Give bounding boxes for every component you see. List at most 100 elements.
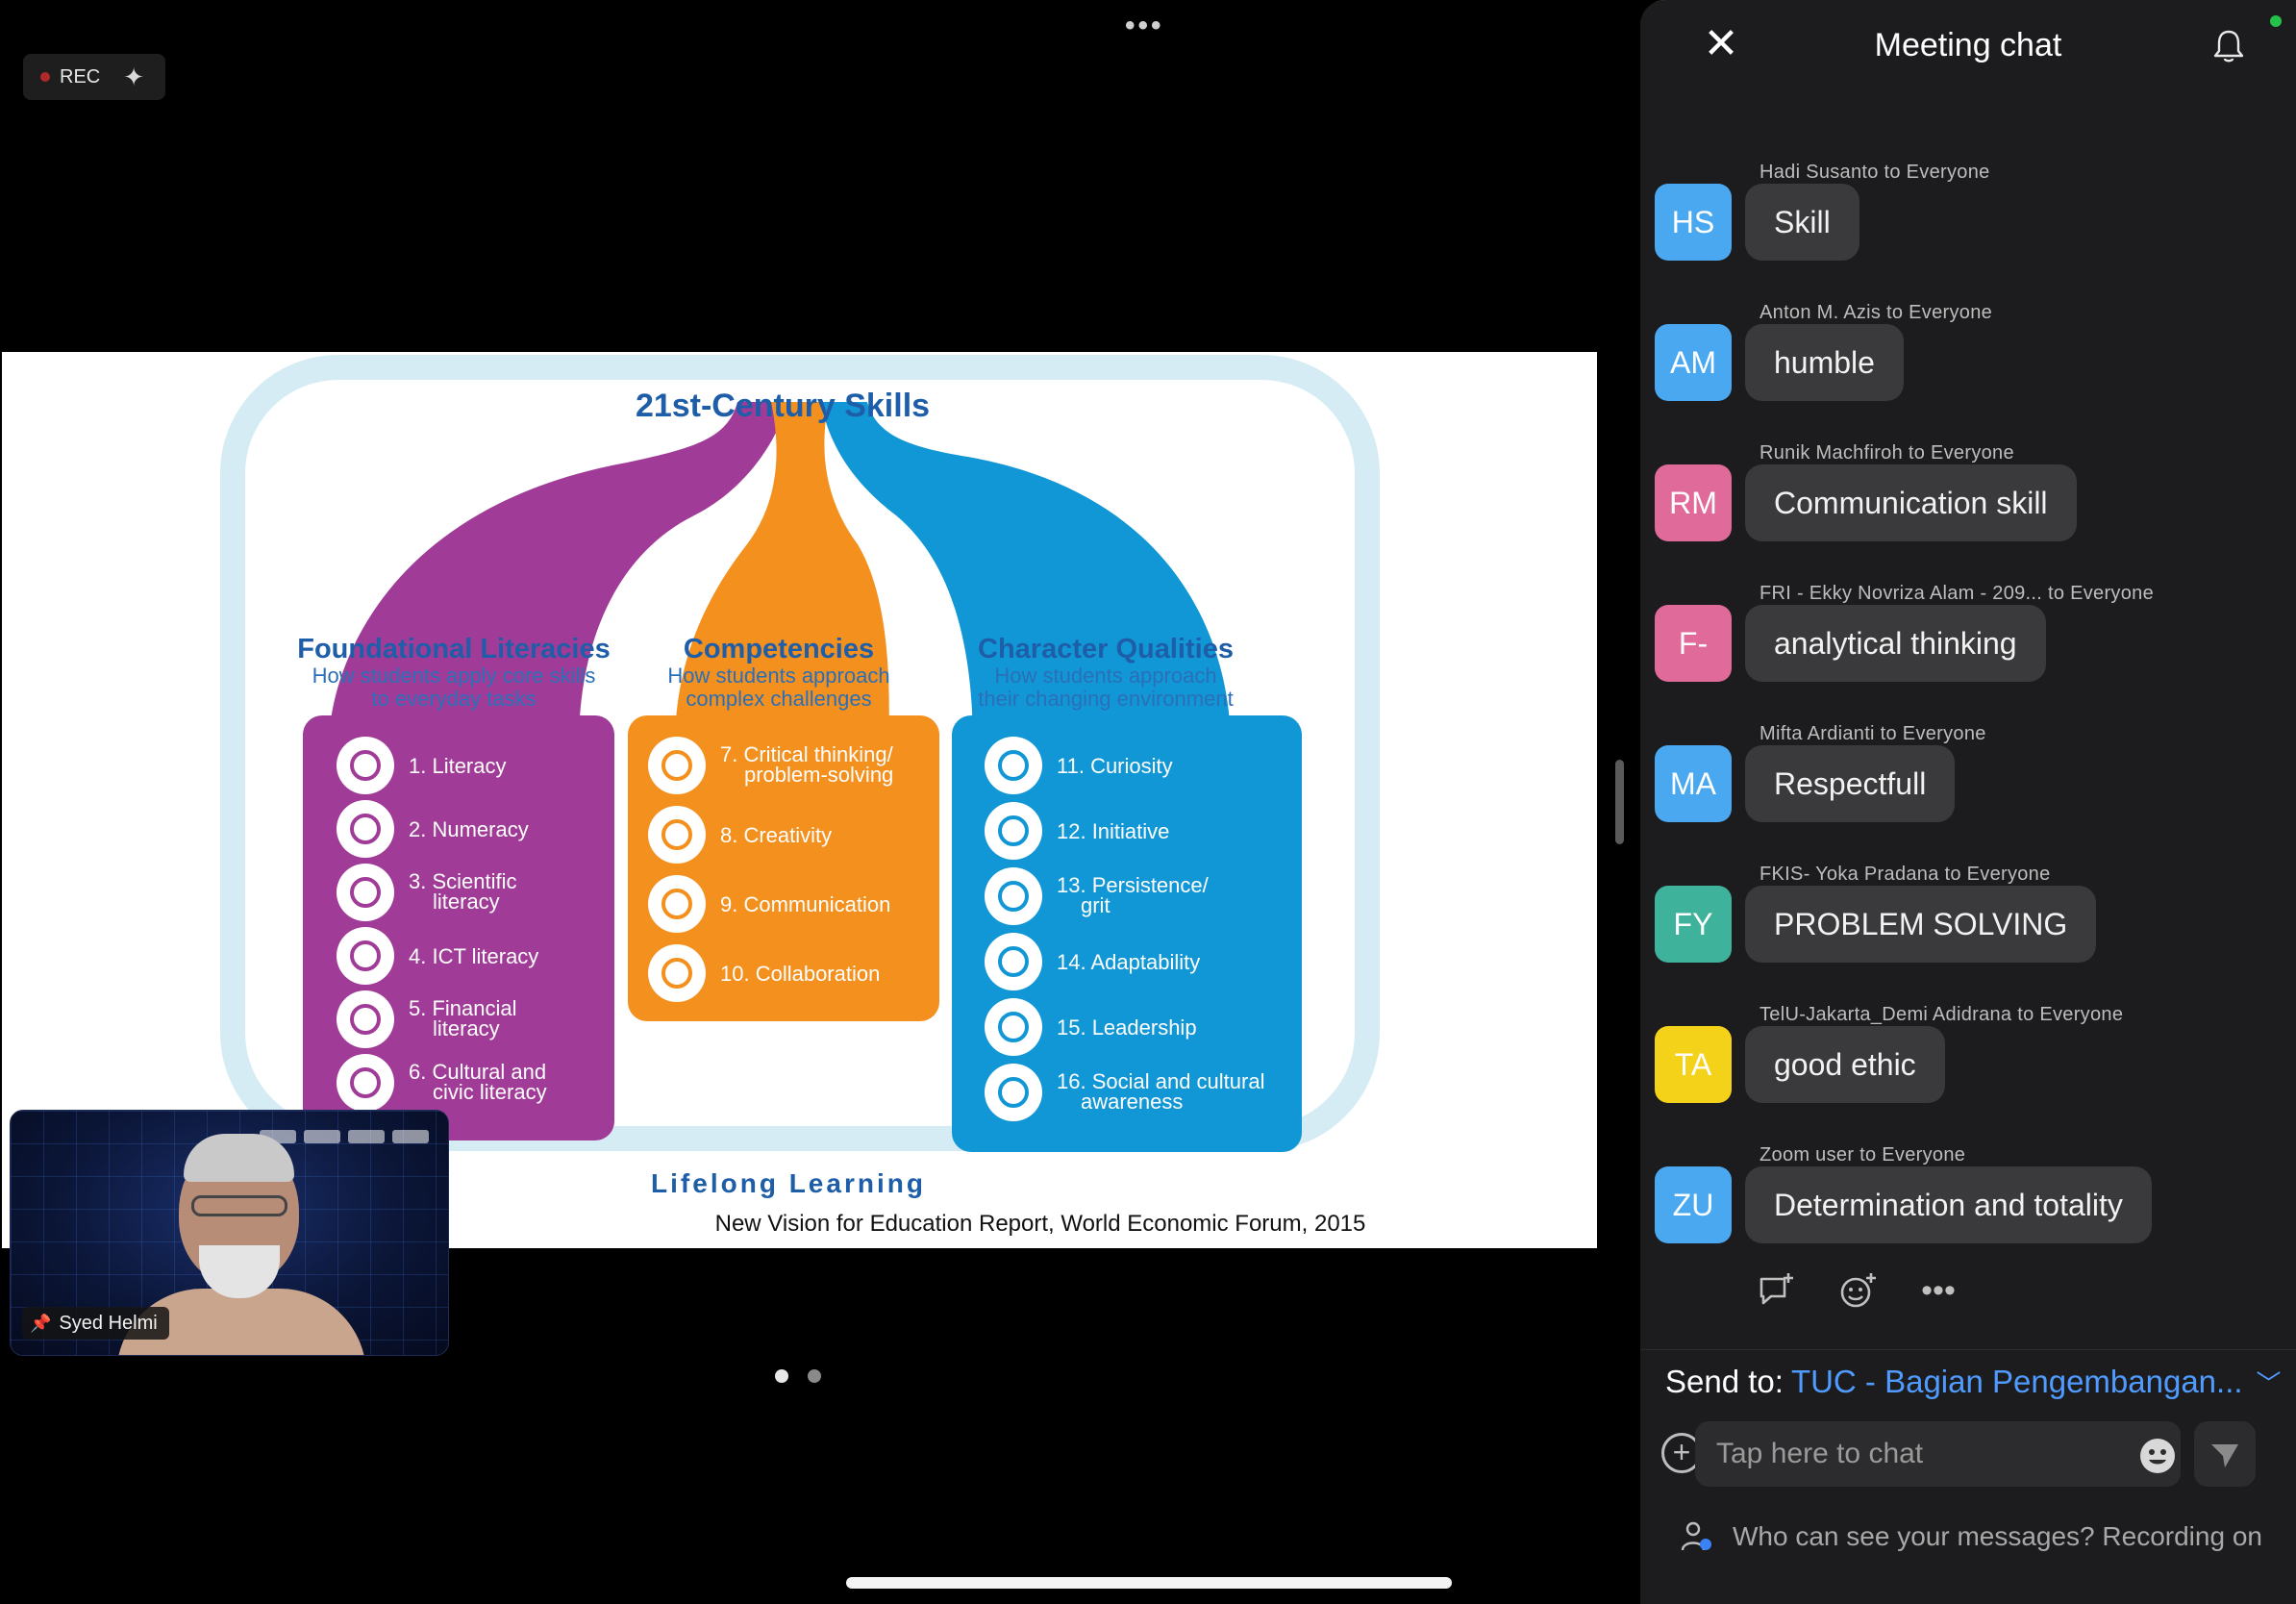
participant-name-tag: 📌 Syed Helmi	[22, 1307, 169, 1340]
message-bubble[interactable]: Skill	[1745, 184, 1859, 261]
page-dot[interactable]	[808, 1369, 821, 1383]
message-sender: Anton M. Azis to Everyone	[1759, 302, 1993, 323]
skill-icon	[337, 990, 394, 1048]
page-dot-active[interactable]	[775, 1369, 788, 1383]
participant-hair	[184, 1134, 294, 1182]
send-to-label: Send to:	[1665, 1364, 1784, 1399]
skill-icon	[985, 867, 1042, 925]
ai-sparkle-icon[interactable]: ✦	[123, 63, 144, 92]
recording-label: REC	[60, 65, 101, 88]
avatar[interactable]: RM	[1655, 464, 1732, 541]
skill-icon	[648, 875, 706, 933]
chat-input[interactable]	[1695, 1421, 2181, 1487]
skill-label: 12. Initiative	[1057, 819, 1169, 843]
column-heading: Character Qualities	[978, 634, 1234, 664]
message-sender: Zoom user to Everyone	[1759, 1144, 1966, 1165]
chat-message-list[interactable]: FD independent Hadi Susanto to EveryoneH…	[1640, 0, 2296, 1344]
skill-icon	[648, 737, 706, 794]
message-bubble[interactable]: Determination and totality	[1745, 1166, 2152, 1243]
column-subtitle-line2: to everyday tasks	[371, 687, 536, 711]
message-bubble[interactable]: Respectfull	[1745, 745, 1956, 822]
participant-glasses	[191, 1195, 287, 1216]
split-view-handle[interactable]	[1615, 760, 1624, 844]
message-visibility-info[interactable]: Who can see your messages? Recording on	[1679, 1519, 2262, 1554]
column-heading: Competencies	[684, 634, 874, 664]
chat-panel: FD independent Hadi Susanto to EveryoneH…	[1599, 0, 2296, 1604]
column-subtitle-line2: complex challenges	[686, 687, 871, 711]
skill-icon	[985, 1064, 1042, 1121]
skill-label: 7. Critical thinking/problem-solving	[720, 742, 894, 787]
skill-icon	[337, 864, 394, 921]
chat-message: FRI - Ekky Novriza Alam - 209... to Ever…	[1655, 583, 2289, 723]
message-sender: FRI - Ekky Novriza Alam - 209... to Ever…	[1759, 583, 2154, 604]
home-indicator[interactable]	[846, 1577, 1452, 1589]
more-options-icon[interactable]: •••	[1125, 10, 1164, 42]
avatar[interactable]: ZU	[1655, 1166, 1732, 1243]
meeting-stage: REC ✦ ••• 21st-Century Skills Foundation…	[0, 0, 1599, 1604]
message-sender: FKIS- Yoka Pradana to Everyone	[1759, 864, 2051, 885]
skill-icon	[648, 944, 706, 1002]
message-bubble[interactable]: PROBLEM SOLVING	[1745, 886, 2097, 963]
send-to-selector[interactable]: Send to: TUC - Bagian Pengembangan... ﹀	[1665, 1364, 2282, 1400]
send-button[interactable]	[2194, 1421, 2256, 1487]
chat-message: Runik Machfiroh to Everyone RM Communicati…	[1655, 442, 2289, 583]
column-subtitle-line2: their changing environment	[978, 687, 1233, 711]
skill-icon	[648, 806, 706, 864]
message-bubble[interactable]: analytical thinking	[1745, 605, 2046, 682]
chat-message: Hadi Susanto to Everyone HS Skill	[1655, 162, 2289, 302]
column-subtitle-line1: How students apply core skills	[312, 664, 596, 688]
send-icon	[2211, 1444, 2238, 1467]
recording-indicator[interactable]: REC ✦	[23, 54, 165, 100]
message-sender: Hadi Susanto to Everyone	[1759, 162, 1990, 183]
chat-sheet: FD independent Hadi Susanto to EveryoneH…	[1640, 0, 2296, 1604]
chat-header: ✕ Meeting chat	[1640, 0, 2296, 92]
chat-message: Zoom user to Everyone ZU Determination and…	[1655, 1144, 2289, 1285]
column-heading: Foundational Literacies	[297, 634, 611, 664]
skill-label: 2. Numeracy	[409, 817, 529, 841]
message-bubble[interactable]: humble	[1745, 324, 1904, 401]
message-sender: Mifta Ardianti to Everyone	[1759, 723, 1986, 744]
chat-message: TelU-Jakarta_Demi Adidrana to Everyone TA…	[1655, 1004, 2289, 1144]
skill-icon	[337, 737, 394, 794]
page-indicator[interactable]	[775, 1369, 821, 1383]
chat-message: Anton M. Azis to Everyone AM humble	[1655, 302, 2289, 442]
background-logos	[260, 1130, 429, 1143]
more-actions-icon[interactable]: •••	[1917, 1269, 1959, 1312]
skill-icon	[985, 998, 1042, 1056]
avatar[interactable]: MA	[1655, 745, 1732, 822]
self-video-tile[interactable]: 📌 Syed Helmi	[10, 1110, 449, 1356]
slide-title: 21st-Century Skills	[636, 388, 930, 424]
avatar[interactable]: TA	[1655, 1026, 1732, 1103]
avatar[interactable]: F-	[1655, 605, 1732, 682]
message-sender: Runik Machfiroh to Everyone	[1759, 442, 2014, 464]
send-to-target[interactable]: TUC - Bagian Pengembangan...	[1791, 1364, 2243, 1400]
skill-item: 6. Cultural and civic literacy	[337, 1054, 547, 1112]
notification-bell-icon[interactable]	[2209, 27, 2248, 65]
user-visibility-icon	[1681, 1521, 1711, 1551]
reply-icon[interactable]	[1756, 1269, 1798, 1312]
skill-icon	[337, 800, 394, 858]
skill-icon	[985, 737, 1042, 794]
skill-label: 10. Collaboration	[720, 962, 880, 986]
pin-icon: 📌	[30, 1313, 52, 1333]
skill-label: 11. Curiosity	[1057, 754, 1173, 778]
skill-label: 15. Leadership	[1057, 1015, 1197, 1040]
emoji-icon[interactable]	[2138, 1437, 2177, 1475]
visibility-text: Who can see your messages? Recording on	[1733, 1521, 2262, 1551]
avatar[interactable]: HS	[1655, 184, 1732, 261]
slide-citation: New Vision for Education Report, World E…	[715, 1211, 1366, 1237]
skill-label: 14. Adaptability	[1057, 950, 1200, 974]
avatar[interactable]: FY	[1655, 886, 1732, 963]
message-actions: •••	[1756, 1269, 1959, 1312]
message-bubble[interactable]: Communication skill	[1745, 464, 2077, 541]
chevron-down-icon[interactable]: ﹀	[2257, 1365, 2282, 1400]
skill-icon	[337, 1054, 394, 1112]
skill-item: 7. Critical thinking/problem-solving	[648, 737, 894, 794]
message-bubble[interactable]: good ethic	[1745, 1026, 1945, 1103]
skill-icon	[337, 927, 394, 985]
add-reaction-icon[interactable]	[1836, 1269, 1879, 1312]
status-dot	[2270, 15, 2282, 27]
avatar[interactable]: AM	[1655, 324, 1732, 401]
skill-label: 1. Literacy	[409, 754, 507, 778]
chat-message: FKIS- Yoka Pradana to Everyone FY PROBLEM …	[1655, 864, 2289, 1004]
